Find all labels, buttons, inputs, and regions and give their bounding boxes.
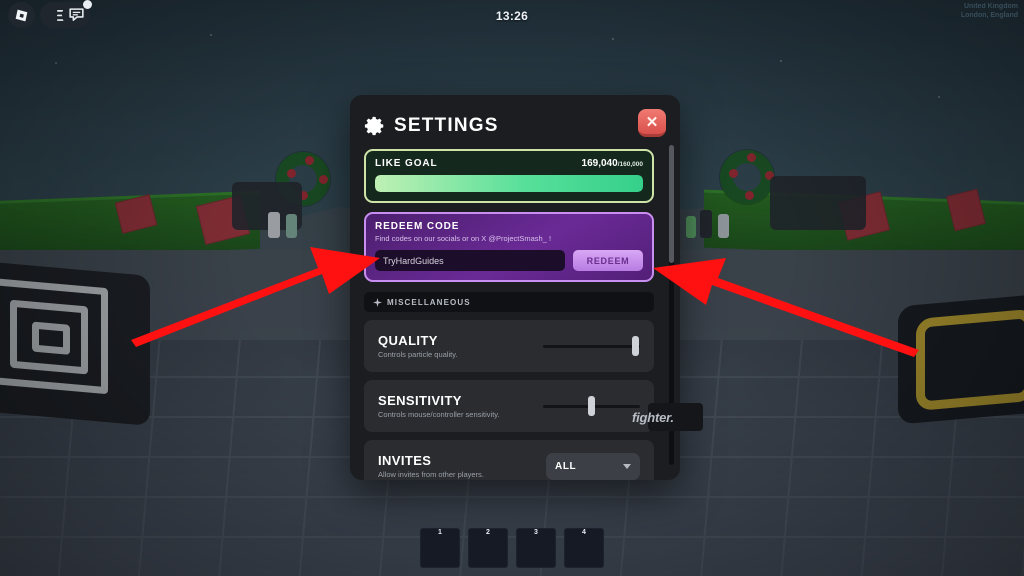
setting-name: INVITES bbox=[378, 453, 432, 468]
invites-dropdown-value: ALL bbox=[555, 460, 577, 472]
invites-dropdown[interactable]: ALL bbox=[546, 452, 640, 480]
like-goal-progress-fill bbox=[375, 175, 643, 192]
sensitivity-slider[interactable] bbox=[543, 395, 640, 417]
section-header-miscellaneous: MISCELLANEOUS bbox=[364, 292, 654, 312]
like-goal-count: 169,040/160,000 bbox=[582, 158, 643, 169]
redeem-code-row: REDEEM bbox=[375, 250, 643, 271]
setting-name: QUALITY bbox=[378, 333, 438, 348]
like-goal-current: 169,040 bbox=[581, 158, 618, 169]
hotbar-slot[interactable]: 1 bbox=[420, 528, 460, 568]
scrollbar-thumb[interactable] bbox=[669, 145, 674, 263]
settings-panel: SETTINGS ✕ LIKE GOAL 169,040/160,000 RED… bbox=[350, 95, 680, 480]
chevron-down-icon bbox=[623, 463, 631, 469]
redeem-code-title: REDEEM CODE bbox=[375, 221, 460, 232]
slider-track bbox=[543, 344, 640, 348]
chat-message: fighter. bbox=[632, 410, 674, 425]
hotbar-slot[interactable]: 2 bbox=[468, 528, 508, 568]
setting-description: Allow invites from other players. bbox=[378, 470, 484, 479]
slider-knob[interactable] bbox=[632, 336, 639, 356]
game-clock: 13:26 bbox=[495, 9, 529, 23]
hotbar: 1 2 3 4 bbox=[0, 528, 1024, 568]
chat-notification-badge bbox=[83, 0, 92, 9]
hotbar-slot-number: 3 bbox=[534, 529, 538, 536]
panel-header: SETTINGS ✕ bbox=[364, 109, 666, 143]
hotbar-slot[interactable]: 3 bbox=[516, 528, 556, 568]
setting-row-quality[interactable]: QUALITY Controls particle quality. bbox=[364, 320, 654, 372]
gear-icon bbox=[364, 116, 384, 136]
quality-slider[interactable] bbox=[543, 335, 640, 357]
hotbar-slot-number: 2 bbox=[486, 529, 490, 536]
redeem-code-subtitle: Find codes on our socials or on X @Proje… bbox=[375, 234, 552, 243]
like-goal-progress-track bbox=[375, 175, 643, 192]
top-bar: 13:26 United Kingdom London, England bbox=[0, 0, 1024, 28]
like-goal-header: LIKE GOAL 169,040/160,000 bbox=[375, 158, 643, 169]
settings-scroll-area: LIKE GOAL 169,040/160,000 REDEEM CODE Fi… bbox=[364, 149, 666, 480]
sparkle-icon bbox=[373, 297, 382, 307]
slider-knob[interactable] bbox=[588, 396, 595, 416]
setting-description: Controls mouse/controller sensitivity. bbox=[378, 410, 500, 419]
redeem-button[interactable]: REDEEM bbox=[573, 250, 643, 271]
server-region-line1: United Kingdom bbox=[963, 3, 1018, 10]
like-goal-label: LIKE GOAL bbox=[375, 158, 438, 169]
section-header-label: MISCELLANEOUS bbox=[387, 297, 471, 307]
like-goal-target: 160,000 bbox=[619, 161, 644, 168]
close-button[interactable]: ✕ bbox=[638, 109, 666, 137]
like-goal-card: LIKE GOAL 169,040/160,000 bbox=[364, 149, 654, 203]
hotbar-slot-number: 1 bbox=[438, 529, 442, 536]
setting-description: Controls particle quality. bbox=[378, 350, 458, 359]
redeem-code-input[interactable] bbox=[375, 250, 565, 271]
setting-text-sensitivity: SENSITIVITY Controls mouse/controller se… bbox=[378, 393, 500, 419]
setting-row-invites[interactable]: INVITES Allow invites from other players… bbox=[364, 440, 654, 480]
hotbar-slot-number: 4 bbox=[582, 529, 586, 536]
hotbar-slot[interactable]: 4 bbox=[564, 528, 604, 568]
server-region-info: United Kingdom London, England bbox=[961, 2, 1018, 20]
page-title: SETTINGS bbox=[394, 115, 499, 136]
setting-text-invites: INVITES Allow invites from other players… bbox=[378, 453, 484, 479]
setting-text-quality: QUALITY Controls particle quality. bbox=[378, 333, 457, 359]
setting-row-sensitivity[interactable]: SENSITIVITY Controls mouse/controller se… bbox=[364, 380, 654, 432]
setting-name: SENSITIVITY bbox=[378, 393, 462, 408]
redeem-code-card: REDEEM CODE Find codes on our socials or… bbox=[364, 212, 654, 282]
server-region-line2: London, England bbox=[960, 12, 1018, 19]
